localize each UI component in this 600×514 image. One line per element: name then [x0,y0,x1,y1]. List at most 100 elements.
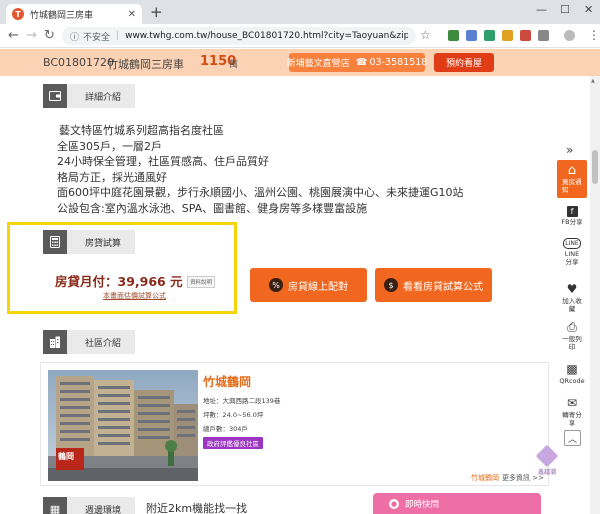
quick-chat-button[interactable]: ● 即時快問 [373,493,541,514]
details-line: 面600坪中庭花園景觀，步行永順國小、溫州公園、桃園展演中心、未來捷運G10站 [57,186,464,200]
price-unit: 萬 [229,60,239,70]
insecure-label: 不安全 [83,32,111,43]
window-maximize-button[interactable]: ☐ [560,3,570,16]
mortgage-formula-button[interactable]: $ 看看房貸試算公式 [375,268,492,302]
extension-icon-4[interactable] [502,30,513,41]
sidebar-item-label: FB分享 [561,218,583,226]
extension-icon-2[interactable] [466,30,477,41]
window-minimize-button[interactable]: — [536,3,547,16]
browser-toolbar: ← → ↻ ⓘ 不安全 | www.twhg.com.tw/house_BC01… [0,24,600,48]
store-name: 新埔藝文直營店 [286,59,350,69]
community-building-photo[interactable]: 鶴岡 [48,370,198,481]
printer-icon: ⎙ [567,320,577,334]
community-section-header: 社區介紹 [43,330,135,354]
mortgage-note[interactable]: 資料說明 [187,276,216,288]
sidebar-item-forward[interactable]: ✉ 轉寄分享 [557,396,587,427]
community-section-label: 社區介紹 [85,338,122,349]
info-icon[interactable]: ⓘ [70,30,79,43]
extension-icon-1[interactable] [448,30,459,41]
heart-icon: ♥ [566,282,578,296]
forward-arrow-icon[interactable]: → [26,28,37,43]
details-line: 全區305戶，一層2戶 [57,139,162,153]
mortgage-monthly-value: 39,966 元 [117,274,183,289]
sidebar-collapse-icon[interactable]: » [566,143,573,157]
community-award-badge: 政府評鑑優良社區 [203,437,263,449]
listing-name: 竹城鶴岡三房車 [107,58,184,71]
sidebar-item-label: 加入收藏 [562,297,582,313]
wallet-icon [43,84,67,108]
extension-icon-5[interactable] [520,30,531,41]
back-to-top-button[interactable]: ︿ [564,430,581,446]
new-tab-button[interactable]: + [150,5,163,20]
mortgage-section-header: 房貸試算 [43,230,135,254]
reload-icon[interactable]: ↻ [44,28,55,43]
community-size: 坪數：24.0~56.0坪 [203,411,264,419]
browser-menu-icon[interactable]: ⋮ [588,28,600,42]
watermark-text: 鑫譜潮 [538,469,557,476]
window-close-button[interactable]: ✕ [584,3,593,16]
mail-icon: ✉ [566,396,578,410]
back-arrow-icon[interactable]: ← [8,28,19,43]
address-bar[interactable]: ⓘ 不安全 | www.twhg.com.tw/house_BC01801720… [62,27,416,45]
percent-icon: % [269,278,283,292]
site-favicon-icon: T [12,8,24,20]
community-footer[interactable]: 竹城鶴岡 更多資訊 >> [471,473,544,483]
sidebar-item-label: 轉寄分享 [562,411,582,427]
mortgage-formula-label: 看看房貸試算公式 [403,281,483,293]
sidebar-item-line[interactable]: LINE LINE分享 [557,238,587,266]
details-line: 格局方正，採光通風好 [57,170,167,184]
details-section-header: 詳細介紹 [43,84,135,108]
omnibox-divider: | [116,31,120,41]
environment-title: 附近2km機能找一找 [146,502,248,514]
browser-tab-strip: T 竹城鶴岡三房車 ✕ + — ☐ ✕ [0,0,600,24]
store-contact-button[interactable]: 新埔藝文直營店 ☎ 03-3581518 [286,53,428,72]
mortgage-monthly: 房貸月付：39,966 元 [55,271,183,290]
sidebar-item-label: QRcode [559,377,585,385]
store-phone: 03-3581518 [369,57,428,68]
community-card: 鶴岡 [40,362,549,486]
details-section-label: 詳細介紹 [85,92,122,103]
quick-chat-label: 即時快問 [405,499,440,510]
mortgage-section-label: 房貸試算 [85,238,122,249]
mortgage-match-label: 房貸線上配對 [288,281,348,293]
sidebar-item-print[interactable]: ⎙ 一般列印 [557,320,587,351]
url-text[interactable]: www.twhg.com.tw/house_BC01801720.html?ci… [125,31,408,41]
calculator-icon [43,230,67,254]
sidebar-item-qrcode[interactable]: ▩ QRcode [557,362,587,385]
sidebar-item-favorite[interactable]: ♥ 加入收藏 [557,282,587,313]
book-viewing-button[interactable]: 預約看屋 [434,53,494,72]
details-line: 藝文特區竹城系列超高指名度社區 [59,124,224,137]
line-icon: LINE [563,238,581,249]
watermark-logo: 鑫譜潮 [535,444,559,476]
details-line: 24小時保全管理，社區質感高、住戶品質好 [57,155,269,169]
mortgage-match-button[interactable]: % 房貸線上配對 [250,268,367,302]
map-icon: ▦ [43,497,67,514]
sidebar-item-facebook[interactable]: f FB分享 [557,206,587,226]
page-scrollbar[interactable] [590,76,600,514]
mortgage-formula-link[interactable]: 本畫面估價試算公式 [103,291,166,301]
sidebar-item-label: 買房通知 [562,178,582,194]
browser-tab[interactable]: T 竹城鶴岡三房車 ✕ [6,4,142,24]
community-units: 總戶數：304戶 [203,425,248,433]
community-name[interactable]: 竹城鶴岡 [203,373,251,390]
house-icon: ⌂ [567,163,577,178]
chat-bubble-icon: ● [389,498,399,509]
tab-close-icon[interactable]: ✕ [128,9,136,20]
extension-icon-6[interactable] [538,30,549,41]
bookmark-star-icon[interactable]: ☆ [420,28,431,42]
profile-avatar-icon[interactable] [564,30,575,41]
community-address: 地址：大興西路二段139巷 [203,397,281,405]
scrollbar-thumb[interactable] [592,150,598,184]
environment-section-header: ▦ 週邊環境 [43,497,135,514]
mortgage-monthly-label: 房貸月付： [55,274,118,289]
listing-header-bar: BC01801720 竹城鶴岡三房車 1150 萬 新埔藝文直營店 ☎ 03-3… [0,49,600,76]
community-footer-name[interactable]: 竹城鶴岡 [471,474,499,482]
facebook-icon: f [566,206,578,217]
sidebar-item-notify[interactable]: ⌂ 買房通知 [557,160,587,198]
scroll-up-arrow-icon[interactable]: ▲ [591,78,595,84]
extension-icon-3[interactable] [484,30,495,41]
tab-title: 竹城鶴岡三房車 [30,10,94,21]
dollar-icon: $ [384,278,398,292]
environment-section-label: 週邊環境 [85,505,122,514]
sidebar-item-label: 一般列印 [562,335,582,351]
